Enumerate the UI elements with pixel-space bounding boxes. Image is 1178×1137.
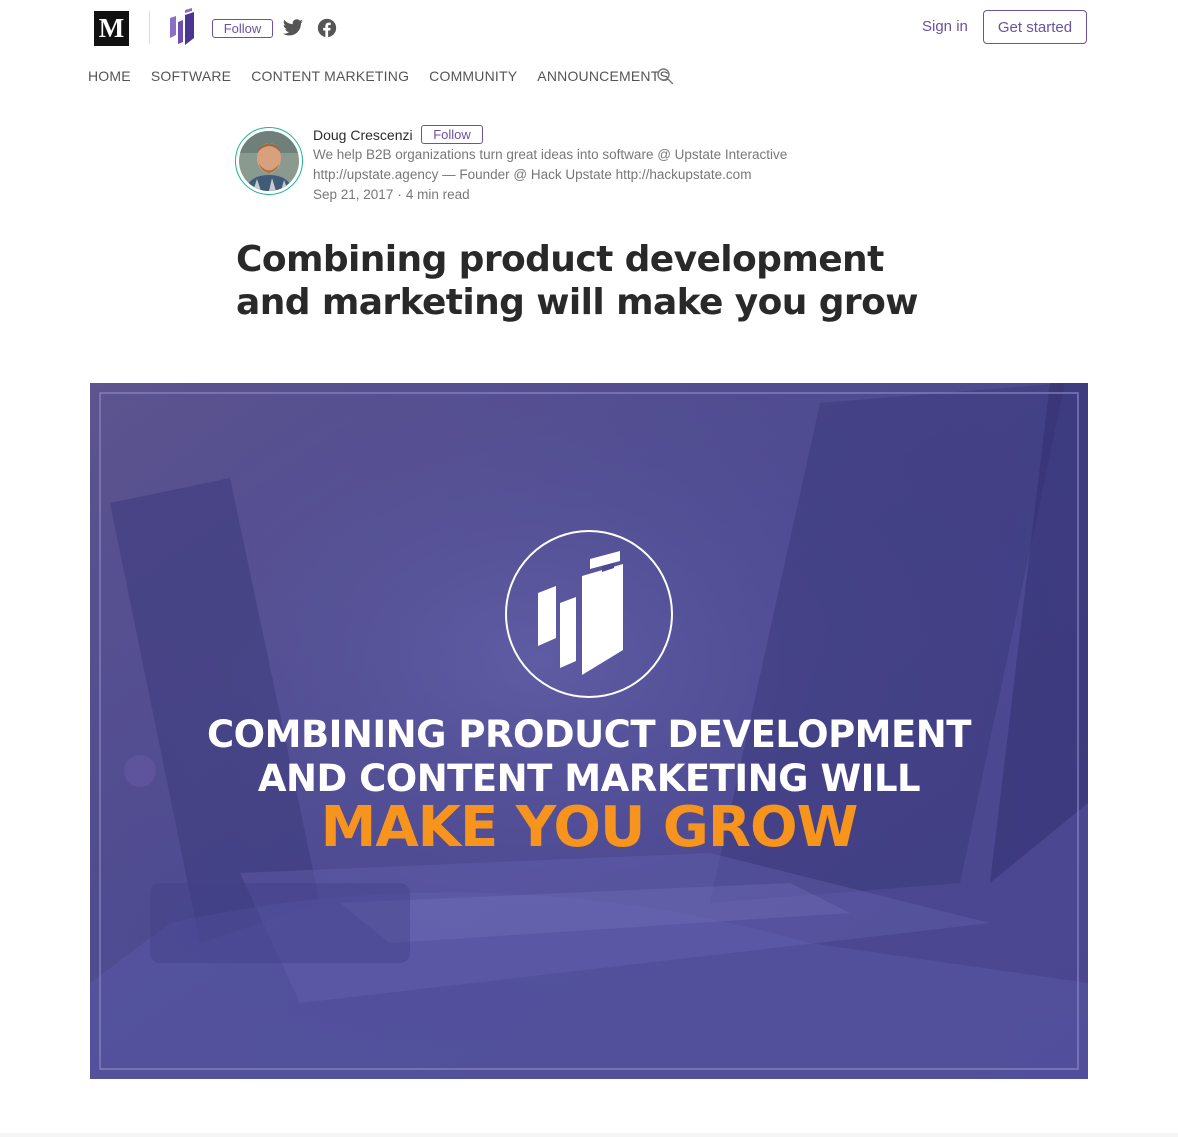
avatar bbox=[239, 131, 299, 191]
article-page: M Follow Sign in Get started HOME SOFTWA… bbox=[0, 0, 1178, 1137]
upstate-interactive-logo-icon[interactable] bbox=[168, 8, 196, 46]
author-bio-line: We help B2B organizations turn great ide… bbox=[313, 147, 788, 162]
divider bbox=[149, 11, 150, 44]
author-name[interactable]: Doug Crescenzi bbox=[313, 125, 413, 145]
hero-headline-line: COMBINING PRODUCT DEVELOPMENT bbox=[207, 713, 971, 756]
hero-image[interactable]: COMBINING PRODUCT DEVELOPMENT AND CONTEN… bbox=[90, 383, 1088, 1079]
twitter-icon[interactable] bbox=[282, 17, 304, 39]
read-time: 4 min read bbox=[405, 187, 470, 202]
author-bio-line: http://upstate.agency — Founder @ Hack U… bbox=[313, 167, 752, 182]
post-meta: Sep 21, 2017 · 4 min read bbox=[313, 185, 470, 205]
facebook-icon[interactable] bbox=[316, 17, 338, 39]
medium-logo[interactable]: M bbox=[94, 11, 129, 46]
sign-in-link[interactable]: Sign in bbox=[922, 17, 968, 37]
nav-item-software[interactable]: SOFTWARE bbox=[151, 64, 231, 88]
author-avatar[interactable] bbox=[235, 127, 303, 195]
author-bio: We help B2B organizations turn great ide… bbox=[313, 145, 833, 185]
get-started-button[interactable]: Get started bbox=[983, 10, 1087, 44]
hero-headline-highlight: MAKE YOU GROW bbox=[320, 795, 859, 860]
follow-publication-button[interactable]: Follow bbox=[212, 19, 273, 38]
search-icon[interactable] bbox=[656, 67, 674, 85]
article-title: Combining product development and market… bbox=[236, 239, 918, 323]
meta-separator: · bbox=[397, 187, 402, 202]
nav-item-content-marketing[interactable]: CONTENT MARKETING bbox=[251, 64, 409, 88]
publication-nav: HOME SOFTWARE CONTENT MARKETING COMMUNIT… bbox=[88, 64, 689, 88]
nav-item-community[interactable]: COMMUNITY bbox=[429, 64, 517, 88]
nav-item-announcements[interactable]: ANNOUNCEMENTS bbox=[537, 64, 669, 88]
nav-item-home[interactable]: HOME bbox=[88, 64, 131, 88]
post-date[interactable]: Sep 21, 2017 bbox=[313, 187, 393, 202]
top-bar: M Follow Sign in Get started bbox=[0, 0, 1178, 56]
follow-author-button[interactable]: Follow bbox=[421, 125, 483, 144]
bottom-divider bbox=[0, 1133, 1178, 1137]
